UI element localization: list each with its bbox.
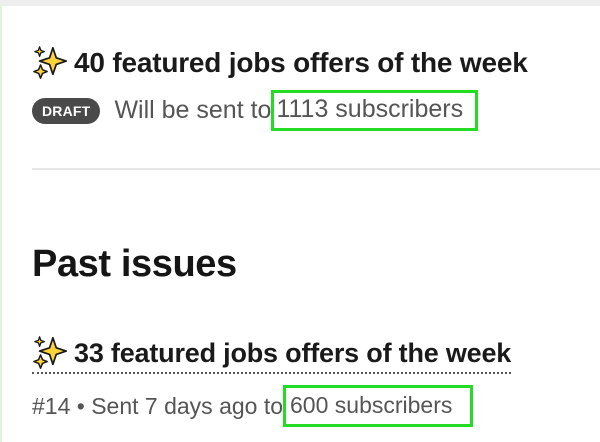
draft-issue-title-text: 40 featured jobs offers of the week: [74, 47, 528, 78]
send-status-text: Will be sent to: [114, 96, 272, 124]
top-band: [0, 0, 600, 6]
draft-issue-card[interactable]: 40 featured jobs offers of the week DRAF…: [32, 44, 600, 131]
past-issue-title-link[interactable]: 33 featured jobs offers of the week: [32, 334, 511, 374]
section-divider: [32, 168, 600, 170]
draft-issue-meta: DRAFT Will be sent to 1113 subscribers: [32, 90, 600, 131]
sparkles-icon: [33, 336, 68, 369]
draft-issue-title[interactable]: 40 featured jobs offers of the week: [32, 44, 600, 82]
subscriber-count: 1113 subscribers: [276, 95, 464, 123]
past-issues-heading: Past issues: [32, 243, 237, 285]
subscriber-count-highlight: 1113 subscribers: [271, 90, 479, 131]
left-border: [0, 6, 2, 442]
past-subscriber-count-highlight: 600 subscribers: [283, 385, 474, 427]
past-issue-meta: #14 • Sent 7 days ago to 600 subscribers: [32, 385, 600, 427]
past-issue-item[interactable]: 33 featured jobs offers of the week #14 …: [32, 334, 600, 427]
past-issue-title-text: 33 featured jobs offers of the week: [74, 337, 512, 368]
sparkles-icon: [33, 46, 68, 79]
past-issue-meta-text: #14 • Sent 7 days ago to: [32, 392, 284, 419]
draft-badge: DRAFT: [32, 97, 101, 124]
past-subscriber-count: 600 subscribers: [290, 392, 453, 418]
